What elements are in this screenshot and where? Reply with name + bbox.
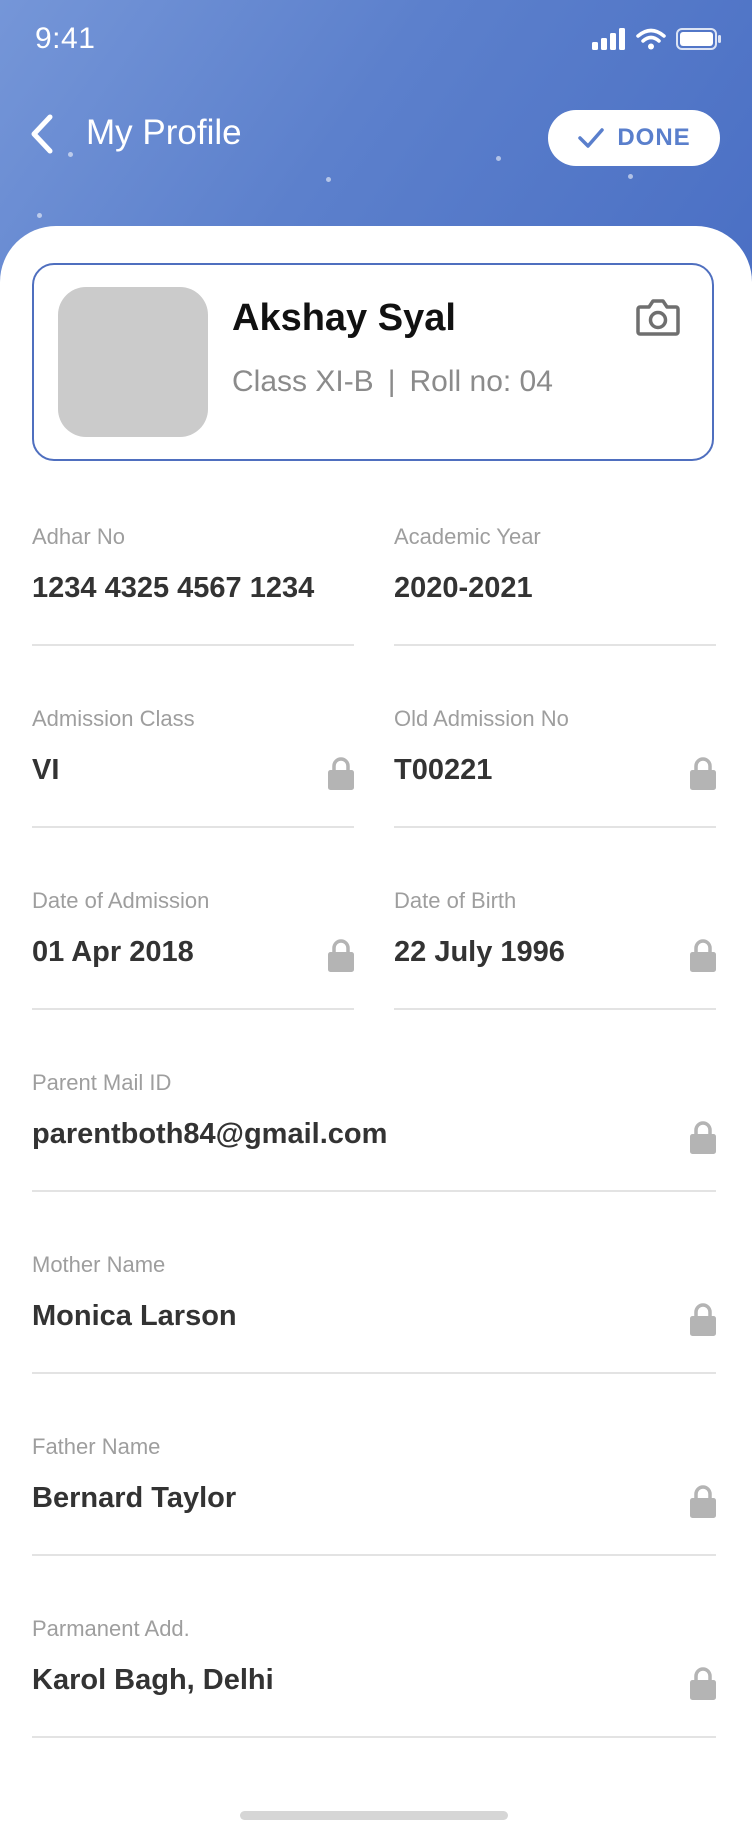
- camera-icon: [636, 299, 680, 336]
- done-label: DONE: [617, 124, 691, 151]
- avatar[interactable]: [58, 287, 208, 437]
- field-value: T00221: [394, 754, 493, 786]
- date-of-birth-field: Date of Birth 22 July 1996: [394, 888, 716, 1010]
- date-of-admission-field: Date of Admission 01 Apr 2018: [32, 888, 354, 1010]
- lock-icon: [328, 757, 354, 790]
- father-name-field: Father Name Bernard Taylor: [32, 1434, 716, 1556]
- back-button[interactable]: [28, 109, 68, 159]
- field-value: Monica Larson: [32, 1300, 237, 1332]
- page-title: My Profile: [86, 113, 242, 152]
- academic-year-field[interactable]: Academic Year 2020-2021: [394, 524, 716, 646]
- lock-icon: [690, 1121, 716, 1154]
- lock-icon: [328, 939, 354, 972]
- mother-name-field: Mother Name Monica Larson: [32, 1252, 716, 1374]
- adhar-field[interactable]: Adhar No 1234 4325 4567 1234: [32, 524, 354, 646]
- signal-icon: [592, 28, 625, 50]
- check-icon: [578, 128, 605, 148]
- field-value: 22 July 1996: [394, 936, 565, 968]
- student-class: Class XI-B: [232, 365, 374, 398]
- battery-icon: [676, 28, 721, 50]
- profile-card: Akshay Syal Class XI-B | Roll no: 04: [32, 263, 714, 461]
- status-bar: 9:41: [0, 0, 752, 80]
- lock-icon: [690, 939, 716, 972]
- admission-class-field: Admission Class VI: [32, 706, 354, 828]
- home-indicator: [240, 1811, 508, 1820]
- nav-bar: My Profile DONE: [0, 95, 752, 175]
- camera-button[interactable]: [636, 297, 680, 337]
- field-label: Old Admission No: [394, 706, 569, 731]
- field-label: Admission Class: [32, 706, 195, 731]
- field-label: Father Name: [32, 1434, 161, 1459]
- status-icons: [592, 28, 722, 50]
- sparkle-decoration: [326, 177, 331, 182]
- field-value[interactable]: 1234 4325 4567 1234: [32, 572, 314, 605]
- lock-icon: [690, 757, 716, 790]
- lock-icon: [690, 1303, 716, 1336]
- done-button[interactable]: DONE: [548, 110, 720, 166]
- student-class-roll: Class XI-B | Roll no: 04: [232, 365, 553, 399]
- lock-icon: [690, 1485, 716, 1518]
- parent-mail-field: Parent Mail ID parentboth84@gmail.com: [32, 1070, 716, 1192]
- field-value: VI: [32, 754, 60, 786]
- field-label: Adhar No: [32, 524, 125, 549]
- field-label: Date of Birth: [394, 888, 517, 913]
- lock-icon: [690, 1667, 716, 1700]
- status-time: 9:41: [35, 22, 96, 55]
- student-name: Akshay Syal: [232, 297, 456, 339]
- wifi-icon: [636, 28, 666, 50]
- field-label: Mother Name: [32, 1252, 166, 1277]
- sparkle-decoration: [37, 213, 42, 218]
- field-value: Bernard Taylor: [32, 1482, 237, 1514]
- field-value: Karol Bagh, Delhi: [32, 1664, 274, 1696]
- field-label: Academic Year: [394, 524, 541, 549]
- separator: |: [387, 365, 396, 398]
- field-label: Parmanent Add.: [32, 1616, 190, 1641]
- field-label: Date of Admission: [32, 888, 210, 913]
- field-value: 01 Apr 2018: [32, 936, 194, 968]
- old-admission-field: Old Admission No T00221: [394, 706, 716, 828]
- permanent-address-field: Parmanent Add. Karol Bagh, Delhi: [32, 1616, 716, 1738]
- field-label: Parent Mail ID: [32, 1070, 172, 1095]
- content-sheet: [0, 226, 752, 1832]
- field-value: parentboth84@gmail.com: [32, 1118, 388, 1150]
- chevron-left-icon: [31, 114, 53, 154]
- field-value[interactable]: 2020-2021: [394, 572, 533, 605]
- student-roll: Roll no: 04: [409, 365, 553, 398]
